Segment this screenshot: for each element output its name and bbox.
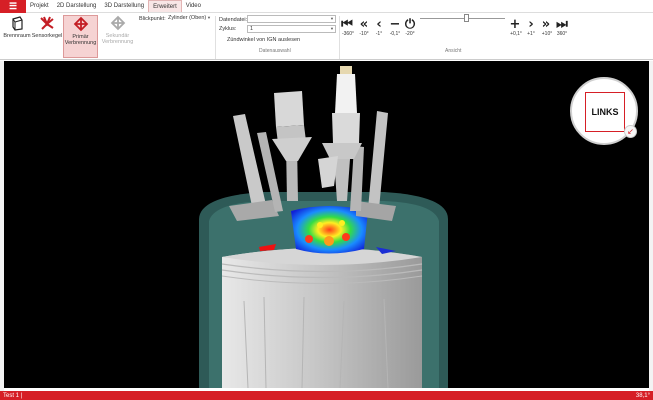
3d-viewport[interactable]: LINKS ↙	[4, 61, 649, 388]
engine-scene	[199, 66, 448, 388]
minus-icon[interactable]: −	[389, 17, 401, 32]
group-datenauswahl: Datenauswahl	[259, 48, 291, 54]
primaer-verbrennung-button[interactable]: Primär Verbrennung	[63, 15, 98, 58]
nav-label: 360°	[556, 31, 568, 37]
view-cube-corner-arrow-icon[interactable]: ↙	[624, 125, 637, 138]
flame-icon	[110, 15, 125, 31]
double-chevron-left-icon[interactable]: «	[358, 17, 370, 32]
sekundaer-verbrennung-label: Sekundär Verbrennung	[101, 33, 134, 45]
skip-to-end-icon[interactable]: ⏭	[556, 17, 568, 32]
divider	[339, 16, 340, 59]
brennraum-label: Brennraum	[3, 33, 31, 39]
sensor-cone-icon	[40, 16, 54, 30]
tab-2d-darstellung[interactable]: 2D Darstellung	[53, 0, 101, 12]
skip-to-start-icon[interactable]: ⏮	[341, 17, 353, 32]
slider-track	[420, 18, 505, 19]
blickpunkt-value: Zylinder (Oben)	[168, 15, 207, 21]
menu-bar: ☰ Projekt 2D Darstellung 3D Darstellung …	[0, 0, 653, 13]
chevron-down-icon: ▼	[207, 15, 211, 20]
blickpunkt-select[interactable]: Zylinder (Oben) ▼	[166, 15, 212, 23]
hamburger-icon[interactable]: ☰	[0, 0, 26, 13]
divider	[215, 16, 216, 59]
piston	[221, 244, 423, 388]
sekundaer-verbrennung-button: Sekundär Verbrennung	[100, 15, 135, 58]
chevron-down-icon: ▼	[330, 16, 334, 21]
tab-projekt[interactable]: Projekt	[26, 0, 53, 12]
sensorkegel-button[interactable]: Sensorkegel	[32, 15, 62, 58]
cube-icon	[12, 16, 23, 31]
status-left-text: Test 1 |	[3, 392, 23, 399]
view-cube-face[interactable]: LINKS	[585, 92, 625, 132]
sensorkegel-label: Sensorkegel	[31, 33, 63, 39]
chevron-left-icon[interactable]: ‹	[373, 17, 385, 32]
datendatei-select[interactable]: ▼	[247, 15, 336, 23]
zyklus-select[interactable]: 1 ▼	[247, 25, 336, 33]
datendatei-label: Datendatei:	[219, 17, 248, 23]
blickpunkt-label: Blickpunkt:	[139, 16, 166, 22]
zyklus-label: Zyklus:	[219, 26, 237, 32]
slider-thumb[interactable]	[464, 14, 469, 22]
chevron-right-icon[interactable]: ›	[525, 17, 537, 32]
tab-erweitert[interactable]: Erweitert	[148, 0, 182, 12]
primaer-verbrennung-label: Primär Verbrennung	[64, 34, 97, 46]
plus-icon[interactable]: +	[509, 17, 521, 32]
status-bar: Test 1 | 38,1°	[0, 391, 653, 400]
group-ansicht: Ansicht	[445, 48, 462, 54]
tab-3d-darstellung[interactable]: 3D Darstellung	[100, 0, 148, 12]
zuendwinkel-label: Zündwinkel von IGN auslesen	[227, 37, 301, 43]
brennraum-button[interactable]: Brennraum	[2, 15, 32, 58]
status-angle: 38,1°	[635, 392, 650, 399]
flame-icon	[73, 16, 88, 32]
tab-video[interactable]: Video	[182, 0, 205, 12]
power-icon[interactable]: ⏻	[404, 17, 416, 32]
chevron-down-icon: ▼	[330, 26, 334, 31]
nav-label: -20°	[405, 31, 415, 37]
double-chevron-right-icon[interactable]: »	[540, 17, 552, 32]
ribbon: Brennraum Sensorkegel Primär Verbrennung…	[0, 13, 653, 60]
zyklus-value: 1	[250, 26, 254, 32]
right-edge	[649, 61, 653, 391]
